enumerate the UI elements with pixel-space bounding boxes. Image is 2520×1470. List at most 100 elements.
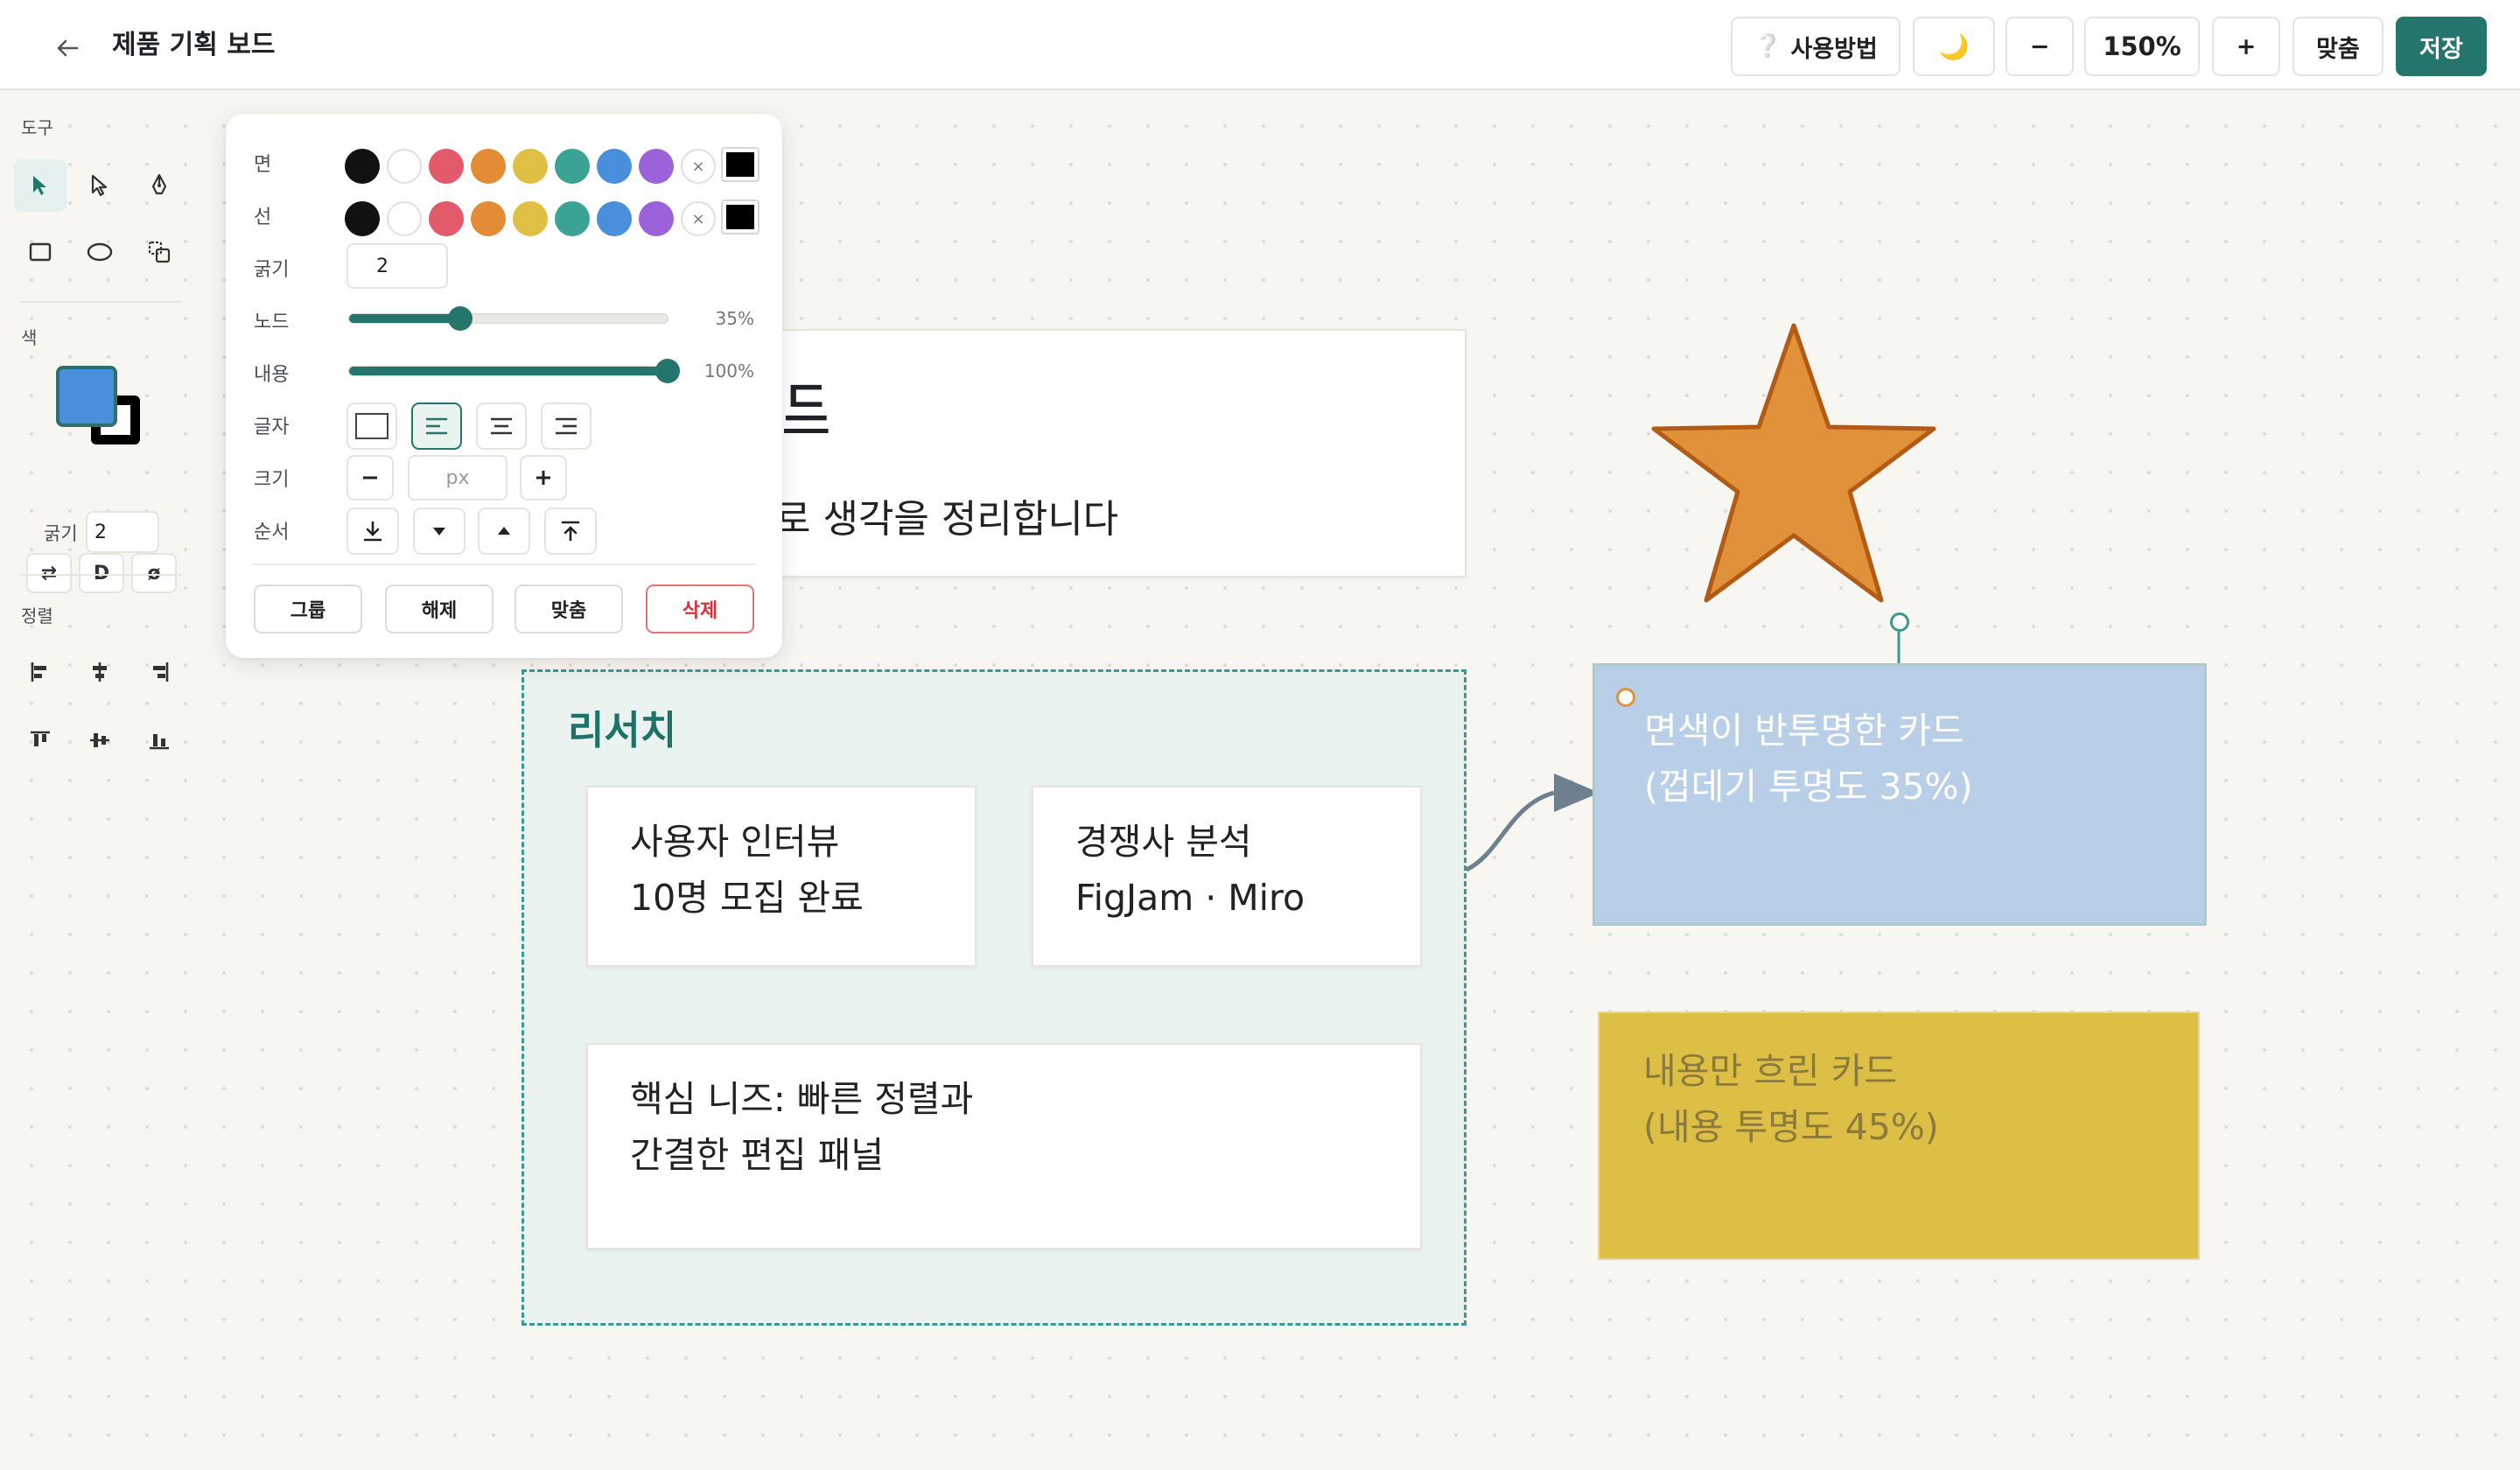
fill-label: 면 (254, 154, 272, 176)
fill-swatch[interactable] (639, 149, 674, 184)
stroke-label: 선 (254, 206, 272, 228)
pen-tool[interactable] (133, 159, 186, 212)
fill-swatch[interactable] (471, 149, 506, 184)
sidebar-stroke-width-label: 굵기 (44, 523, 78, 544)
select-tool[interactable] (14, 159, 66, 212)
needs-card-line2: 간결한 편집 패널 (630, 1134, 885, 1176)
rectangle-tool[interactable] (14, 226, 66, 278)
fill-swatch[interactable] (513, 149, 548, 184)
stroke-swatch[interactable] (345, 201, 380, 236)
text-align-left-button[interactable] (411, 402, 462, 450)
default-colors-button[interactable]: D (79, 553, 124, 593)
panel-divider (252, 564, 756, 565)
interview-card[interactable]: 사용자 인터뷰 10명 모집 완료 (586, 786, 976, 967)
connector-arrow[interactable] (1465, 790, 1555, 872)
sidebar-divider (21, 574, 182, 576)
node-opacity-label: 노드 (254, 312, 290, 333)
shapes-tool[interactable] (133, 226, 186, 278)
interview-card-line2: 10명 모집 완료 (630, 877, 864, 919)
sidebar-stroke-width-input[interactable]: 2 (86, 511, 159, 553)
align-bottom-icon (150, 734, 169, 750)
research-group[interactable]: 리서치 사용자 인터뷰 10명 모집 완료 경쟁사 분석 FigJam · Mi… (522, 669, 1466, 1326)
group-button[interactable]: 그룹 (254, 584, 362, 634)
competitor-card-line2: FigJam · Miro (1075, 877, 1306, 919)
ungroup-button[interactable]: 해제 (385, 584, 494, 634)
star-shape[interactable] (1645, 320, 1942, 611)
fill-custom-swatch[interactable] (721, 147, 760, 182)
content-opacity-value: 100% (704, 360, 754, 382)
size-increase-button[interactable] (520, 455, 567, 500)
connection-handle[interactable] (1616, 688, 1635, 707)
stroke-swatch[interactable] (429, 201, 464, 236)
align-right-button[interactable] (133, 646, 186, 698)
stroke-swatch[interactable] (555, 201, 590, 236)
text-align-right-button[interactable] (541, 402, 592, 450)
text-box-button[interactable] (346, 402, 397, 450)
size-label: 크기 (254, 469, 290, 491)
stroke-none-swatch[interactable]: × (681, 201, 716, 236)
align-middle-v-button[interactable] (74, 714, 126, 766)
translucent-card[interactable]: 면색이 반투명한 카드 (껍데기 투명도 35%) (1592, 663, 2207, 926)
text-align-center-icon (491, 417, 512, 435)
fill-swatch[interactable] (345, 149, 380, 184)
translucent-card-line1: 면색이 반투명한 카드 (1644, 710, 1964, 752)
stroke-swatch[interactable] (597, 201, 632, 236)
align-middle-v-icon (90, 733, 109, 747)
content-opacity-slider[interactable] (348, 359, 680, 383)
properties-panel: 면 × 선 × 굵기 2 노드 35% 내용 100% 글자 크기 px 순서 (226, 114, 782, 658)
direct-select-tool[interactable] (74, 159, 126, 212)
needs-card-line1: 핵심 니즈: 빠른 정렬과 (630, 1078, 974, 1120)
swap-colors-button[interactable]: ⇄ (26, 553, 72, 593)
stroke-width-label: 굵기 (254, 259, 290, 281)
align-top-button[interactable] (14, 714, 66, 766)
align-center-h-icon (93, 662, 107, 682)
minus-icon (363, 476, 377, 480)
cursor-outline-icon (91, 174, 108, 197)
fill-none-swatch[interactable]: × (681, 149, 716, 184)
bring-to-front-icon (561, 521, 580, 542)
node-opacity-fill (349, 314, 461, 323)
delete-button[interactable]: 삭제 (646, 584, 754, 634)
align-left-button[interactable] (14, 646, 66, 698)
bring-to-front-button[interactable] (544, 508, 597, 555)
stroke-width-input[interactable]: 2 (346, 243, 448, 289)
send-to-back-button[interactable] (346, 508, 399, 555)
size-decrease-button[interactable] (346, 455, 394, 500)
content-opacity-thumb[interactable] (655, 359, 680, 383)
fit-button-panel[interactable]: 맞춤 (514, 584, 623, 634)
no-color-button[interactable]: ø (131, 553, 177, 593)
send-to-back-icon (363, 521, 382, 542)
rotate-handle[interactable] (1890, 612, 1909, 632)
stroke-swatch[interactable] (513, 201, 548, 236)
needs-card[interactable]: 핵심 니즈: 빠른 정렬과 간결한 편집 패널 (586, 1043, 1422, 1250)
title-card-text: 로 생각을 정리합니다 (775, 497, 1119, 542)
rectangle-icon (29, 242, 52, 262)
cursor-filled-icon (33, 176, 46, 195)
align-bottom-button[interactable] (133, 714, 186, 766)
fill-swatch[interactable] (387, 149, 422, 184)
ellipse-icon (87, 242, 113, 262)
send-backward-button[interactable] (413, 508, 466, 555)
triangle-up-icon (498, 527, 510, 535)
content-opacity-label: 내용 (254, 364, 290, 386)
align-right-icon (153, 662, 169, 682)
faded-content-card[interactable]: 내용만 흐린 카드 (내용 투명도 45%) (1598, 1012, 2200, 1260)
align-center-h-button[interactable] (74, 646, 126, 698)
node-opacity-thumb[interactable] (448, 306, 473, 331)
text-align-label: 글자 (254, 416, 290, 438)
stroke-swatch[interactable] (471, 201, 506, 236)
faded-card-line1: 내용만 흐린 카드 (1643, 1050, 1898, 1092)
size-input[interactable]: px (408, 455, 508, 500)
ellipse-tool[interactable] (74, 226, 126, 278)
fill-swatch[interactable] (597, 149, 632, 184)
fill-swatch[interactable] (555, 149, 590, 184)
node-opacity-slider[interactable] (348, 306, 668, 331)
fill-swatch[interactable] (429, 149, 464, 184)
stroke-custom-swatch[interactable] (721, 200, 760, 234)
competitor-card[interactable]: 경쟁사 분석 FigJam · Miro (1032, 786, 1422, 967)
fill-color-swatch[interactable] (56, 366, 117, 427)
bring-forward-button[interactable] (478, 508, 530, 555)
stroke-swatch[interactable] (387, 201, 422, 236)
stroke-swatch[interactable] (639, 201, 674, 236)
text-align-center-button[interactable] (476, 402, 527, 450)
